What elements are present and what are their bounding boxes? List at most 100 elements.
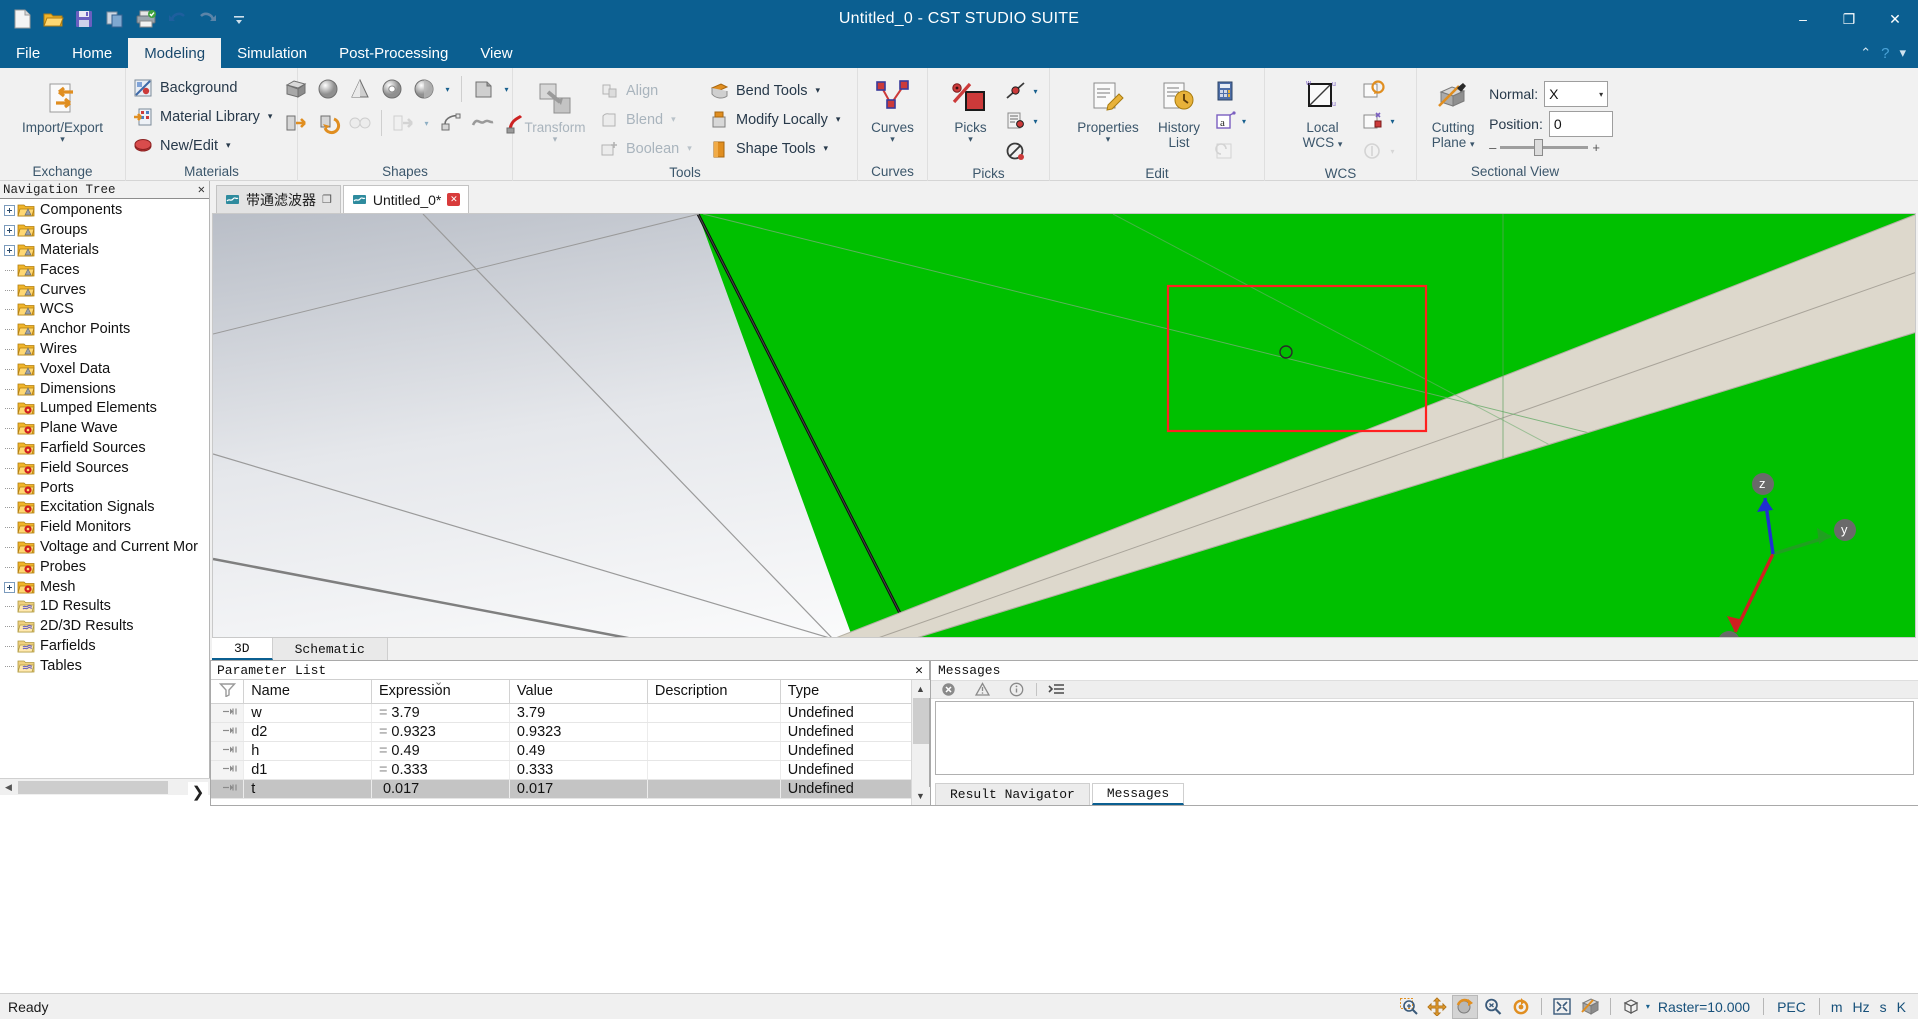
shape-tools-button[interactable]: Shape Tools ▾: [706, 134, 856, 163]
unit-length[interactable]: m: [1827, 999, 1847, 1015]
3d-viewport[interactable]: z y x: [212, 213, 1916, 638]
zoom-icon[interactable]: [1480, 995, 1506, 1019]
expand-toggle-icon[interactable]: [2, 201, 17, 220]
parameter-description-cell[interactable]: [647, 703, 781, 723]
parameter-type-cell[interactable]: Undefined⌄: [780, 741, 930, 761]
raster-value[interactable]: Raster=10.000: [1652, 999, 1756, 1015]
extrude-curve-icon[interactable]: [281, 108, 311, 138]
chevron-down-icon[interactable]: ▾: [226, 140, 231, 151]
parameter-description-cell[interactable]: [647, 760, 781, 780]
extrude-more-caret[interactable]: ▾: [500, 74, 514, 104]
3d-scene[interactable]: z y x: [213, 214, 1916, 638]
parameter-type-cell[interactable]: Undefined⌄: [780, 703, 930, 723]
shapes-more-caret[interactable]: ▾: [441, 74, 455, 104]
nav-tree-item-components[interactable]: Components: [0, 201, 209, 221]
scroll-down-icon[interactable]: ▼: [911, 787, 930, 805]
tab-post-processing[interactable]: Post-Processing: [323, 38, 464, 68]
align-wcs-caret[interactable]: ▾: [1390, 117, 1394, 126]
align-button[interactable]: Align: [596, 76, 706, 105]
parameter-name-cell[interactable]: d2: [243, 722, 372, 742]
import-export-button[interactable]: Import/Export ▾: [17, 74, 109, 144]
parameter-row[interactable]: t 0.017 0.017 Undefined⌄: [211, 779, 930, 799]
document-tab-untitled-0[interactable]: Untitled_0* ✕: [342, 185, 470, 213]
nav-tree-item-faces[interactable]: Faces: [0, 260, 209, 280]
close-icon[interactable]: ✕: [915, 663, 923, 678]
chevron-down-icon[interactable]: ▾: [815, 85, 820, 96]
info-filter-icon[interactable]: [999, 680, 1033, 699]
parameter-pin-icon[interactable]: [211, 741, 245, 761]
parameter-type-cell[interactable]: Undefined⌄: [780, 722, 930, 742]
parameter-type-cell[interactable]: Undefined⌄: [780, 760, 930, 780]
pick-edge-caret[interactable]: ▾: [1033, 87, 1037, 96]
expand-tree-panel-button[interactable]: ❯: [188, 782, 208, 802]
boundary-condition-value[interactable]: PEC: [1771, 999, 1812, 1015]
close-button[interactable]: ✕: [1872, 0, 1918, 38]
parameter-description-cell[interactable]: [647, 722, 781, 742]
nav-tree-item-field-monitors[interactable]: Field Monitors: [0, 518, 209, 538]
column-header-description[interactable]: Description: [647, 680, 781, 704]
filter-icon[interactable]: [211, 680, 245, 704]
parameter-name-cell[interactable]: d1: [243, 760, 372, 780]
open-folder-icon[interactable]: [39, 5, 67, 33]
clear-picks-icon[interactable]: [1001, 136, 1031, 166]
parameter-name-cell[interactable]: t: [243, 779, 372, 799]
zoom-box-icon[interactable]: [1396, 995, 1422, 1019]
column-header-type[interactable]: Type: [780, 680, 930, 704]
transform-button[interactable]: Transform ▾: [514, 74, 596, 144]
parameter-row[interactable]: d1=0.3330.333Undefined⌄: [211, 760, 930, 780]
parameter-description-cell[interactable]: [647, 779, 781, 799]
nav-tree-item-wires[interactable]: Wires: [0, 340, 209, 360]
new-document-icon[interactable]: [8, 5, 36, 33]
curve-wire-icon[interactable]: [468, 108, 498, 138]
trace-from-curve-icon[interactable]: [388, 108, 418, 138]
picks-button[interactable]: Picks ▾: [939, 74, 1001, 144]
chevron-down-icon[interactable]: ▾: [268, 111, 273, 122]
blend-button[interactable]: Blend ▾: [596, 105, 706, 134]
ribbon-options-icon[interactable]: ▾: [1899, 45, 1906, 61]
nav-tree-item-mesh[interactable]: Mesh: [0, 577, 209, 597]
align-wcs-icon[interactable]: [1358, 106, 1388, 136]
parameter-name-cell[interactable]: h: [243, 741, 372, 761]
expand-toggle-icon[interactable]: [2, 578, 17, 597]
rotate-icon[interactable]: [313, 108, 343, 138]
boolean-button[interactable]: Boolean ▾: [596, 134, 706, 163]
torus-icon[interactable]: [377, 74, 407, 104]
hscroll-thumb[interactable]: [18, 780, 168, 794]
new-edit-material-button[interactable]: New/Edit ▾: [130, 131, 237, 160]
restore-button[interactable]: ❐: [1826, 0, 1872, 38]
nav-tree-item-dimensions[interactable]: Dimensions: [0, 379, 209, 399]
tab-modeling[interactable]: Modeling: [128, 38, 222, 68]
nav-tree-item-materials[interactable]: Materials: [0, 241, 209, 261]
wire-icon[interactable]: [436, 108, 466, 138]
cutting-plane-button[interactable]: Cutting Plane ▾: [1417, 74, 1489, 150]
pick-from-list-icon[interactable]: [1001, 106, 1031, 136]
parameter-type-cell[interactable]: Undefined⌄: [780, 779, 930, 799]
tab-home[interactable]: Home: [56, 38, 128, 68]
nav-tree-item-1d-results[interactable]: 1D Results: [0, 597, 209, 617]
scroll-left-icon[interactable]: ◀: [0, 779, 17, 796]
background-button[interactable]: Background: [130, 73, 243, 102]
view-plane-icon[interactable]: [1577, 995, 1603, 1019]
chevron-down-icon[interactable]: ▾: [824, 143, 829, 154]
parameter-row[interactable]: d2=0.93230.9323Undefined⌄: [211, 722, 930, 742]
parameter-row[interactable]: h=0.490.49Undefined⌄: [211, 741, 930, 761]
rotate-view-plane-icon[interactable]: [1508, 995, 1534, 1019]
parameter-name-cell[interactable]: w: [243, 703, 372, 723]
material-library-button[interactable]: Material Library ▾: [130, 102, 278, 131]
position-input[interactable]: 0: [1548, 111, 1613, 137]
curves-caret[interactable]: ▾: [890, 135, 895, 144]
brick-icon[interactable]: [281, 74, 311, 104]
nav-tree-item-wcs[interactable]: WCS: [0, 300, 209, 320]
tab-messages[interactable]: Messages: [1091, 783, 1185, 805]
nav-tree-item-tables[interactable]: Tables: [0, 656, 209, 676]
elliptical-cylinder-icon[interactable]: [409, 74, 439, 104]
fit-to-screen-icon[interactable]: [1549, 995, 1575, 1019]
redo-icon[interactable]: [194, 5, 222, 33]
parameter-pin-icon[interactable]: [211, 779, 245, 799]
chevron-down-icon[interactable]: ▾: [836, 114, 841, 125]
chevron-down-icon[interactable]: ▾: [1599, 90, 1603, 99]
sphere-icon[interactable]: [313, 74, 343, 104]
curves-button[interactable]: Curves ▾: [862, 74, 924, 144]
position-slider[interactable]: – +: [1489, 139, 1613, 156]
parameter-expression-cell[interactable]: 0.017: [371, 779, 510, 799]
